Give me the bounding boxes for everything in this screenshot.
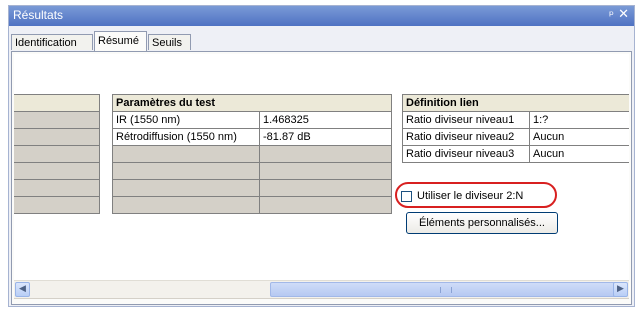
table-row xyxy=(14,94,100,112)
left-table xyxy=(14,94,100,214)
tab-identification[interactable]: Identification xyxy=(11,34,93,50)
table-row xyxy=(14,111,100,129)
table-cell xyxy=(259,145,392,163)
param-label: Rétrodiffusion (1550 nm) xyxy=(112,128,260,146)
link-value: Aucun xyxy=(529,145,629,163)
results-window: Résultats ᵖ ✕ Identification Résumé Seui… xyxy=(8,5,635,307)
param-value: 1.468325 xyxy=(259,111,392,129)
table-row: Rétrodiffusion (1550 nm) -81.87 dB xyxy=(112,128,392,146)
link-definition-header: Définition lien xyxy=(402,94,629,112)
tab-content-panel: Paramètres du test IR (1550 nm) 1.468325… xyxy=(11,51,632,305)
table-row xyxy=(112,196,392,214)
table-row xyxy=(112,162,392,180)
table-cell xyxy=(112,196,260,214)
table-cell xyxy=(259,179,392,197)
table-row xyxy=(112,145,392,163)
table-row: Définition lien xyxy=(402,94,629,112)
summary-area: Paramètres du test IR (1550 nm) 1.468325… xyxy=(14,54,629,299)
table-cell xyxy=(112,179,260,197)
link-definition-table: Définition lien Ratio diviseur niveau1 1… xyxy=(402,94,629,163)
table-cell xyxy=(259,196,392,214)
table-row: Ratio diviseur niveau3 Aucun xyxy=(402,145,629,163)
grip-icon xyxy=(439,287,452,293)
tab-seuils[interactable]: Seuils xyxy=(148,34,191,50)
scroll-thumb[interactable] xyxy=(270,282,619,297)
link-value: 1:? xyxy=(529,111,629,129)
table-row xyxy=(14,179,100,197)
param-value: -81.87 dB xyxy=(259,128,392,146)
table-row: Ratio diviseur niveau2 Aucun xyxy=(402,128,629,146)
horizontal-scrollbar[interactable]: ◀ ▶ xyxy=(14,280,629,298)
link-label: Ratio diviseur niveau3 xyxy=(402,145,530,163)
table-row xyxy=(112,179,392,197)
param-label: IR (1550 nm) xyxy=(112,111,260,129)
table-row xyxy=(14,128,100,146)
window-titlebar: Résultats ᵖ ✕ xyxy=(9,6,634,26)
table-cell xyxy=(14,162,100,180)
table-cell xyxy=(112,162,260,180)
close-icon[interactable]: ✕ xyxy=(618,7,629,22)
scroll-right-icon[interactable]: ▶ xyxy=(613,282,628,297)
link-label: Ratio diviseur niveau2 xyxy=(402,128,530,146)
tab-resume[interactable]: Résumé xyxy=(94,31,147,51)
table-cell xyxy=(259,162,392,180)
table-cell xyxy=(14,145,100,163)
table-row: Ratio diviseur niveau1 1:? xyxy=(402,111,629,129)
table-row xyxy=(14,162,100,180)
pin-icon[interactable]: ᵖ xyxy=(609,8,614,22)
table-row: Paramètres du test xyxy=(112,94,392,112)
table-row xyxy=(14,145,100,163)
left-table-header xyxy=(14,94,100,112)
highlight-circle xyxy=(395,182,557,208)
window-title: Résultats xyxy=(13,8,64,22)
table-cell xyxy=(14,128,100,146)
table-cell xyxy=(14,196,100,214)
table-cell xyxy=(14,111,100,129)
scroll-left-icon[interactable]: ◀ xyxy=(15,282,30,297)
link-value: Aucun xyxy=(529,128,629,146)
table-row: IR (1550 nm) 1.468325 xyxy=(112,111,392,129)
test-parameters-header: Paramètres du test xyxy=(112,94,392,112)
table-cell xyxy=(14,179,100,197)
link-label: Ratio diviseur niveau1 xyxy=(402,111,530,129)
table-cell xyxy=(112,145,260,163)
custom-elements-button[interactable]: Éléments personnalisés... xyxy=(406,212,558,234)
table-row xyxy=(14,196,100,214)
test-parameters-table: Paramètres du test IR (1550 nm) 1.468325… xyxy=(112,94,392,214)
